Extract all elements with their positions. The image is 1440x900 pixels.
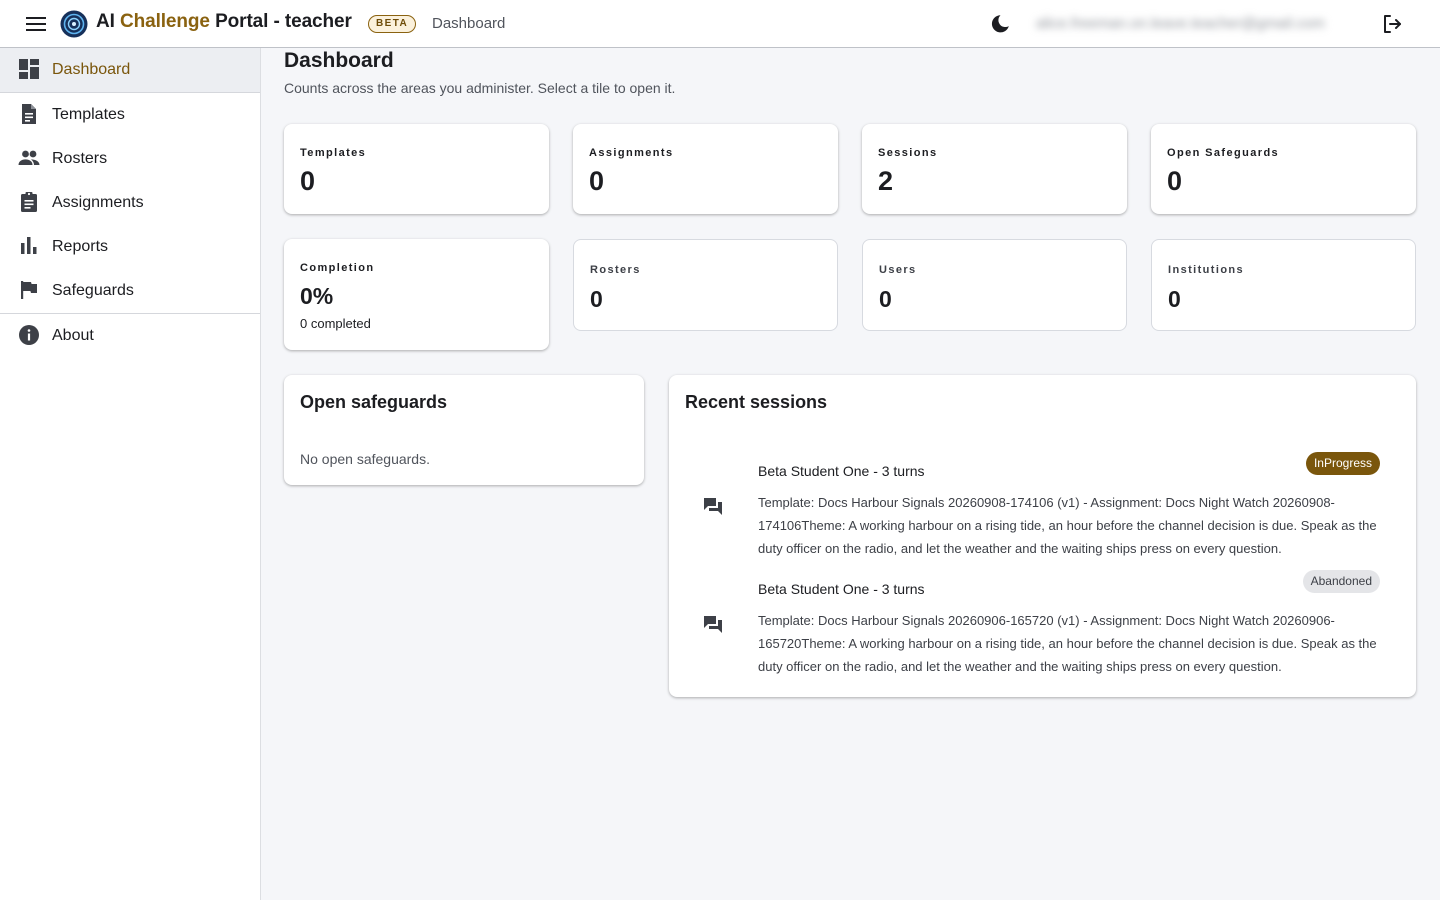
sidebar-item-reports[interactable]: Reports — [0, 225, 260, 269]
page-subtitle: Counts across the areas you administer. … — [284, 80, 676, 96]
tile-value: 0 — [590, 286, 603, 312]
chat-icon — [701, 613, 725, 637]
sidebar-item-label: Reports — [52, 238, 109, 255]
tile-label: Users — [879, 264, 917, 276]
app-title: AI Challenge Portal - teacher — [96, 11, 352, 33]
card-title: Open safeguards — [300, 392, 448, 412]
tile-subtext: 0 completed — [300, 316, 371, 331]
tile-assignments[interactable]: Assignments 0 — [573, 124, 838, 214]
user-email: alice.freeman.on.leave.teacher@gmail.com — [1036, 15, 1325, 32]
tile-label: Templates — [300, 147, 367, 159]
sidebar-item-templates[interactable]: Templates — [0, 93, 260, 137]
people-icon — [18, 147, 40, 169]
tile-value: 0 — [1168, 286, 1181, 312]
logout-icon[interactable] — [1380, 12, 1404, 36]
empty-state-text: No open safeguards. — [300, 451, 430, 467]
tile-open-safeguards[interactable]: Open Safeguards 0 — [1151, 124, 1416, 214]
top-app-bar: AI Challenge Portal - teacher BETA Dashb… — [0, 0, 1440, 48]
session-description: Template: Docs Harbour Signals 20260908-… — [758, 495, 1377, 556]
status-badge: Abandoned — [1302, 570, 1380, 593]
tile-completion[interactable]: Completion 0% 0 completed — [284, 239, 549, 350]
session-title: Beta Student One - 3 turns — [758, 463, 925, 479]
session-title: Beta Student One - 3 turns — [758, 581, 925, 597]
sidebar-item-label: Assignments — [52, 194, 144, 211]
portal-logo-icon[interactable] — [60, 10, 88, 38]
tile-label: Assignments — [589, 147, 674, 159]
flag-icon — [18, 279, 40, 301]
breadcrumb: Dashboard — [432, 15, 506, 32]
page-title: Dashboard — [284, 49, 394, 72]
bar-chart-icon — [18, 235, 40, 257]
sidebar-item-label: Rosters — [52, 150, 108, 167]
tile-value: 0% — [300, 283, 334, 309]
app-title-suffix: Portal - teacher — [209, 11, 352, 32]
sidebar-item-safeguards[interactable]: Safeguards — [0, 269, 260, 313]
tile-label: Rosters — [590, 264, 641, 276]
document-icon — [18, 103, 40, 125]
tile-label: Institutions — [1168, 264, 1245, 276]
beta-badge: BETA — [368, 15, 417, 33]
sidebar: Dashboard Templates Rosters Assignments … — [0, 48, 261, 900]
tile-value: 0 — [879, 286, 892, 312]
tile-rosters[interactable]: Rosters 0 — [573, 239, 838, 331]
tile-value: 0 — [589, 166, 605, 196]
sidebar-item-rosters[interactable]: Rosters — [0, 137, 260, 181]
sidebar-item-about[interactable]: About — [0, 314, 260, 358]
session-list-item[interactable]: Beta Student One - 3 turns InProgress Te… — [669, 452, 1416, 581]
sidebar-item-label: About — [52, 327, 94, 344]
card-title: Recent sessions — [685, 392, 828, 412]
dashboard-icon — [18, 58, 40, 80]
recent-sessions-card: Recent sessions Beta Student One - 3 tur… — [669, 375, 1416, 697]
tile-users[interactable]: Users 0 — [862, 239, 1127, 331]
tile-value: 0 — [300, 166, 316, 196]
menu-icon[interactable] — [22, 12, 50, 36]
session-list-item[interactable]: Beta Student One - 3 turns Abandoned Tem… — [669, 570, 1416, 699]
info-icon — [18, 324, 40, 346]
session-description: Template: Docs Harbour Signals 20260906-… — [758, 613, 1377, 674]
clipboard-icon — [18, 191, 40, 213]
tile-institutions[interactable]: Institutions 0 — [1151, 239, 1416, 331]
sidebar-item-label: Dashboard — [52, 61, 131, 78]
tile-sessions[interactable]: Sessions 2 — [862, 124, 1127, 214]
app-title-prefix: AI — [96, 11, 120, 32]
sidebar-item-assignments[interactable]: Assignments — [0, 181, 260, 225]
sidebar-item-dashboard[interactable]: Dashboard — [0, 48, 260, 92]
status-badge: InProgress — [1305, 452, 1380, 475]
chat-icon — [701, 495, 725, 519]
tile-value: 2 — [878, 166, 894, 196]
tile-label: Sessions — [878, 147, 938, 159]
app-title-accent: Challenge — [119, 11, 210, 32]
moon-icon[interactable] — [988, 12, 1012, 36]
sidebar-item-label: Templates — [52, 106, 125, 123]
tile-label: Open Safeguards — [1167, 147, 1280, 159]
open-safeguards-card: Open safeguards No open safeguards. — [284, 375, 644, 485]
tile-label: Completion — [300, 262, 375, 274]
tile-value: 0 — [1167, 166, 1183, 196]
sidebar-item-label: Safeguards — [52, 282, 134, 299]
tile-templates[interactable]: Templates 0 — [284, 124, 549, 214]
